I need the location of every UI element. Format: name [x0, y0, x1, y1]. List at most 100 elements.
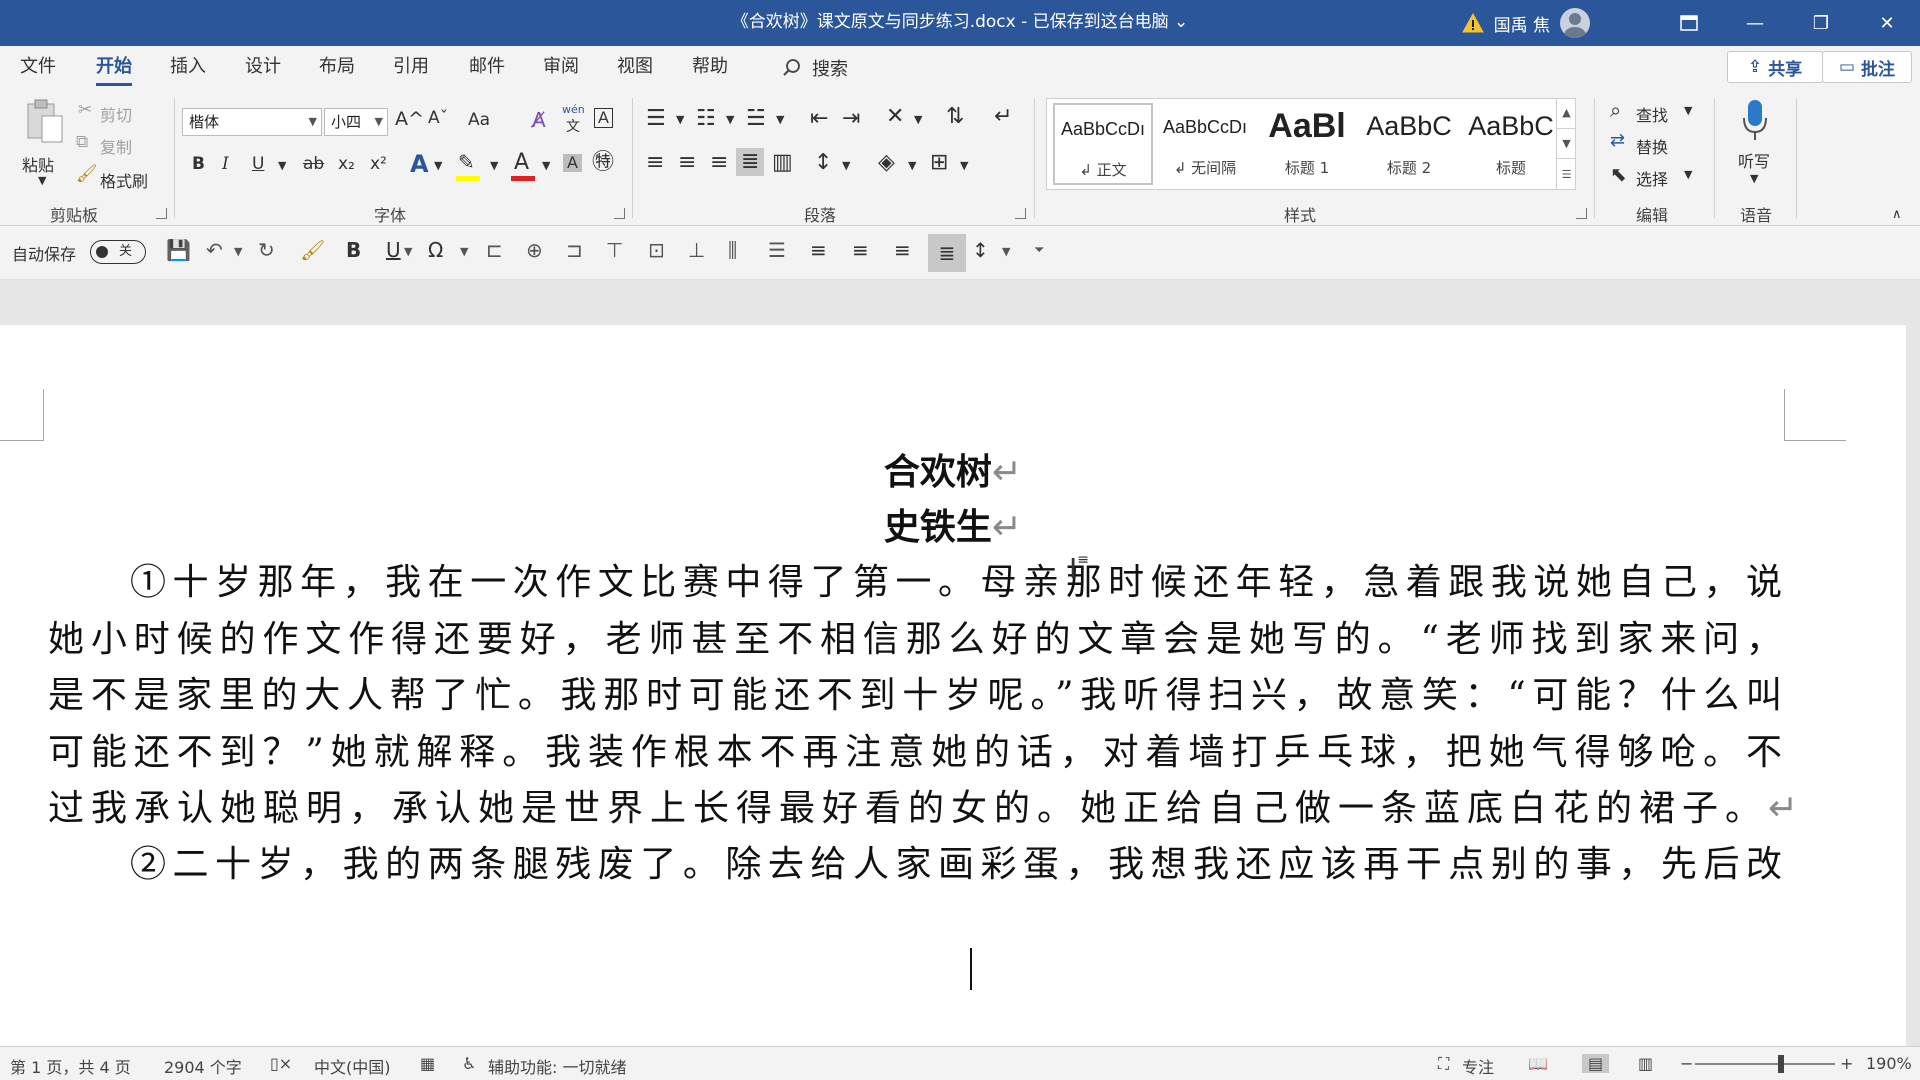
- underline-button[interactable]: U: [386, 240, 401, 260]
- format-painter-icon[interactable]: 🖌: [300, 240, 325, 260]
- tab-mailings[interactable]: 邮件: [469, 46, 505, 90]
- comments-button[interactable]: ▭ 批注: [1822, 51, 1912, 83]
- user-area[interactable]: 国禹 焦: [1461, 0, 1590, 46]
- align-bottom-icon[interactable]: ⊥: [688, 240, 705, 260]
- change-case-button[interactable]: Aa: [468, 112, 490, 129]
- page-count[interactable]: 第 1 页，共 4 页: [10, 1054, 131, 1078]
- replace-button[interactable]: ⇄ 替换: [1610, 132, 1700, 158]
- clipboard-launcher-icon[interactable]: [156, 208, 167, 219]
- chevron-down-icon[interactable]: ▼: [542, 160, 550, 171]
- font-size-select[interactable]: 小四 ▼: [324, 108, 388, 136]
- align-right-icon[interactable]: ≡: [710, 152, 728, 174]
- avatar[interactable]: [1560, 8, 1590, 38]
- more-styles-icon[interactable]: ☰: [1557, 159, 1576, 191]
- zoom-in-button[interactable]: +: [1840, 1054, 1853, 1073]
- strikethrough-button[interactable]: ab: [303, 156, 324, 173]
- tab-insert[interactable]: 插入: [170, 46, 206, 90]
- character-border-button[interactable]: A: [594, 108, 613, 128]
- align-top-icon[interactable]: ⊤: [606, 240, 623, 260]
- tab-design[interactable]: 设计: [245, 46, 281, 90]
- bold-button[interactable]: B: [192, 156, 205, 173]
- styles-launcher-icon[interactable]: [1576, 208, 1587, 219]
- distribute-vertical-icon[interactable]: ☰: [768, 240, 786, 260]
- format-painter-button[interactable]: 格式刷: [100, 168, 148, 192]
- line-spacing-icon[interactable]: ↕: [814, 152, 832, 174]
- tab-review[interactable]: 审阅: [543, 46, 579, 90]
- line-spacing-icon[interactable]: ↕: [972, 240, 989, 260]
- read-mode-icon[interactable]: 📖: [1528, 1054, 1548, 1073]
- chevron-down-icon[interactable]: ▼: [908, 160, 916, 171]
- body-line[interactable]: 可能还不到？”她就解释。我装作根本不再注意她的话，对着墙打乒乓球，把她气得够呛。…: [48, 723, 1782, 775]
- font-color-button[interactable]: A: [514, 152, 529, 174]
- user-name[interactable]: 国禹 焦: [1494, 11, 1550, 36]
- align-left-icon[interactable]: ≡: [810, 240, 827, 260]
- align-center-icon[interactable]: ≡: [678, 152, 696, 174]
- language-status[interactable]: 中文(中国): [314, 1054, 391, 1078]
- autosave-toggle[interactable]: 关: [90, 240, 146, 264]
- minimize-button[interactable]: —: [1722, 0, 1788, 46]
- redo-icon[interactable]: ↻: [258, 240, 275, 260]
- chevron-down-icon[interactable]: ▼: [676, 114, 684, 125]
- chevron-down-icon[interactable]: ▼: [490, 160, 498, 171]
- copy-button[interactable]: 复制: [100, 134, 132, 158]
- symbol-icon[interactable]: Ω: [428, 240, 443, 260]
- print-layout-icon[interactable]: ▤: [1582, 1054, 1610, 1073]
- superscript-button[interactable]: x²: [370, 156, 387, 173]
- character-shading-button[interactable]: A: [563, 154, 582, 172]
- web-layout-icon[interactable]: ▥: [1638, 1054, 1653, 1073]
- align-center-objects-icon[interactable]: ⊕: [526, 240, 543, 260]
- style-heading-1[interactable]: AaBl 标题 1: [1257, 103, 1357, 185]
- body-line[interactable]: ①十岁那年，我在一次作文比赛中得了第一。母亲那时候还年轻，急着跟我说她自己，说: [130, 553, 1782, 605]
- proofing-icon[interactable]: ▯×: [270, 1054, 292, 1073]
- numbering-icon[interactable]: ☷: [696, 108, 716, 130]
- tab-help[interactable]: 帮助: [692, 46, 728, 90]
- body-line[interactable]: 过我承认她聪明，承认她是世界上长得最好看的女的。她正给自己做一条蓝底白花的裙子。…: [48, 779, 1798, 831]
- undo-icon[interactable]: ↶: [206, 240, 223, 260]
- bullets-icon[interactable]: ☰: [646, 108, 666, 130]
- search-box[interactable]: 搜索: [782, 46, 848, 90]
- align-left-icon[interactable]: ≡: [646, 152, 664, 174]
- close-button[interactable]: ✕: [1854, 0, 1920, 46]
- select-button[interactable]: ⬉ 选择 ▼: [1610, 164, 1700, 190]
- paragraph-launcher-icon[interactable]: [1015, 208, 1026, 219]
- body-line[interactable]: ②二十岁，我的两条腿残废了。除去给人家画彩蛋，我想我还应该再干点别的事，先后改: [130, 835, 1782, 887]
- grow-font-button[interactable]: A^: [395, 110, 424, 129]
- collapse-ribbon-icon[interactable]: ∧: [1892, 208, 1902, 221]
- find-button[interactable]: ⌕ 查找 ▼: [1610, 100, 1700, 126]
- zoom-slider[interactable]: [1695, 1063, 1835, 1065]
- clear-formatting-icon[interactable]: A̸: [532, 110, 546, 130]
- tab-references[interactable]: 引用: [393, 46, 429, 90]
- align-middle-icon[interactable]: ⊡: [648, 240, 665, 260]
- chevron-down-icon[interactable]: ▼: [842, 160, 850, 171]
- font-name-select[interactable]: 楷体 ▼: [182, 108, 322, 136]
- bold-button[interactable]: B: [346, 240, 361, 260]
- chevron-down-icon[interactable]: ▼: [434, 160, 442, 171]
- styles-scroll[interactable]: ▲ ▼ ☰: [1556, 98, 1576, 191]
- zoom-out-button[interactable]: −: [1680, 1054, 1693, 1073]
- shading-icon[interactable]: ◈: [878, 152, 895, 174]
- justify-icon[interactable]: ≣: [736, 148, 765, 176]
- align-right-icon[interactable]: ≡: [894, 240, 911, 260]
- vertical-scrollbar[interactable]: [1906, 280, 1920, 1054]
- cut-button[interactable]: 剪切: [100, 102, 132, 126]
- align-right-objects-icon[interactable]: ⊐: [566, 240, 583, 260]
- paste-dropdown-icon[interactable]: ▼: [38, 174, 46, 187]
- text-effects-button[interactable]: A: [410, 152, 429, 176]
- document-page[interactable]: 合欢树↵ 史铁生↵ ①十岁那年，我在一次作文比赛中得了第一。母亲那时候还年轻，急…: [0, 325, 1906, 1065]
- document-heading[interactable]: 合欢树↵: [0, 443, 1906, 495]
- phonetic-guide-button[interactable]: wén: [562, 104, 585, 115]
- subscript-button[interactable]: x₂: [338, 156, 355, 173]
- paste-button[interactable]: 粘贴 ▼: [16, 98, 72, 194]
- sort-icon[interactable]: ⇅: [946, 106, 964, 128]
- multilevel-list-icon[interactable]: ☱: [746, 108, 766, 130]
- share-button[interactable]: ⇪ 共享: [1727, 51, 1823, 83]
- underline-button[interactable]: U: [252, 156, 264, 173]
- shrink-font-button[interactable]: Aˇ: [428, 110, 448, 127]
- distributed-icon[interactable]: ▥: [772, 152, 793, 174]
- chevron-down-icon[interactable]: ▼: [726, 114, 734, 125]
- zoom-level[interactable]: 190%: [1866, 1054, 1912, 1073]
- align-center-icon[interactable]: ≡: [852, 240, 869, 260]
- align-left-objects-icon[interactable]: ⊏: [486, 240, 503, 260]
- body-line[interactable]: 是不是家里的大人帮了忙。我那时可能还不到十岁呢。”我听得扫兴，故意笑：“可能？什…: [48, 666, 1782, 718]
- tab-file[interactable]: 文件: [20, 46, 56, 90]
